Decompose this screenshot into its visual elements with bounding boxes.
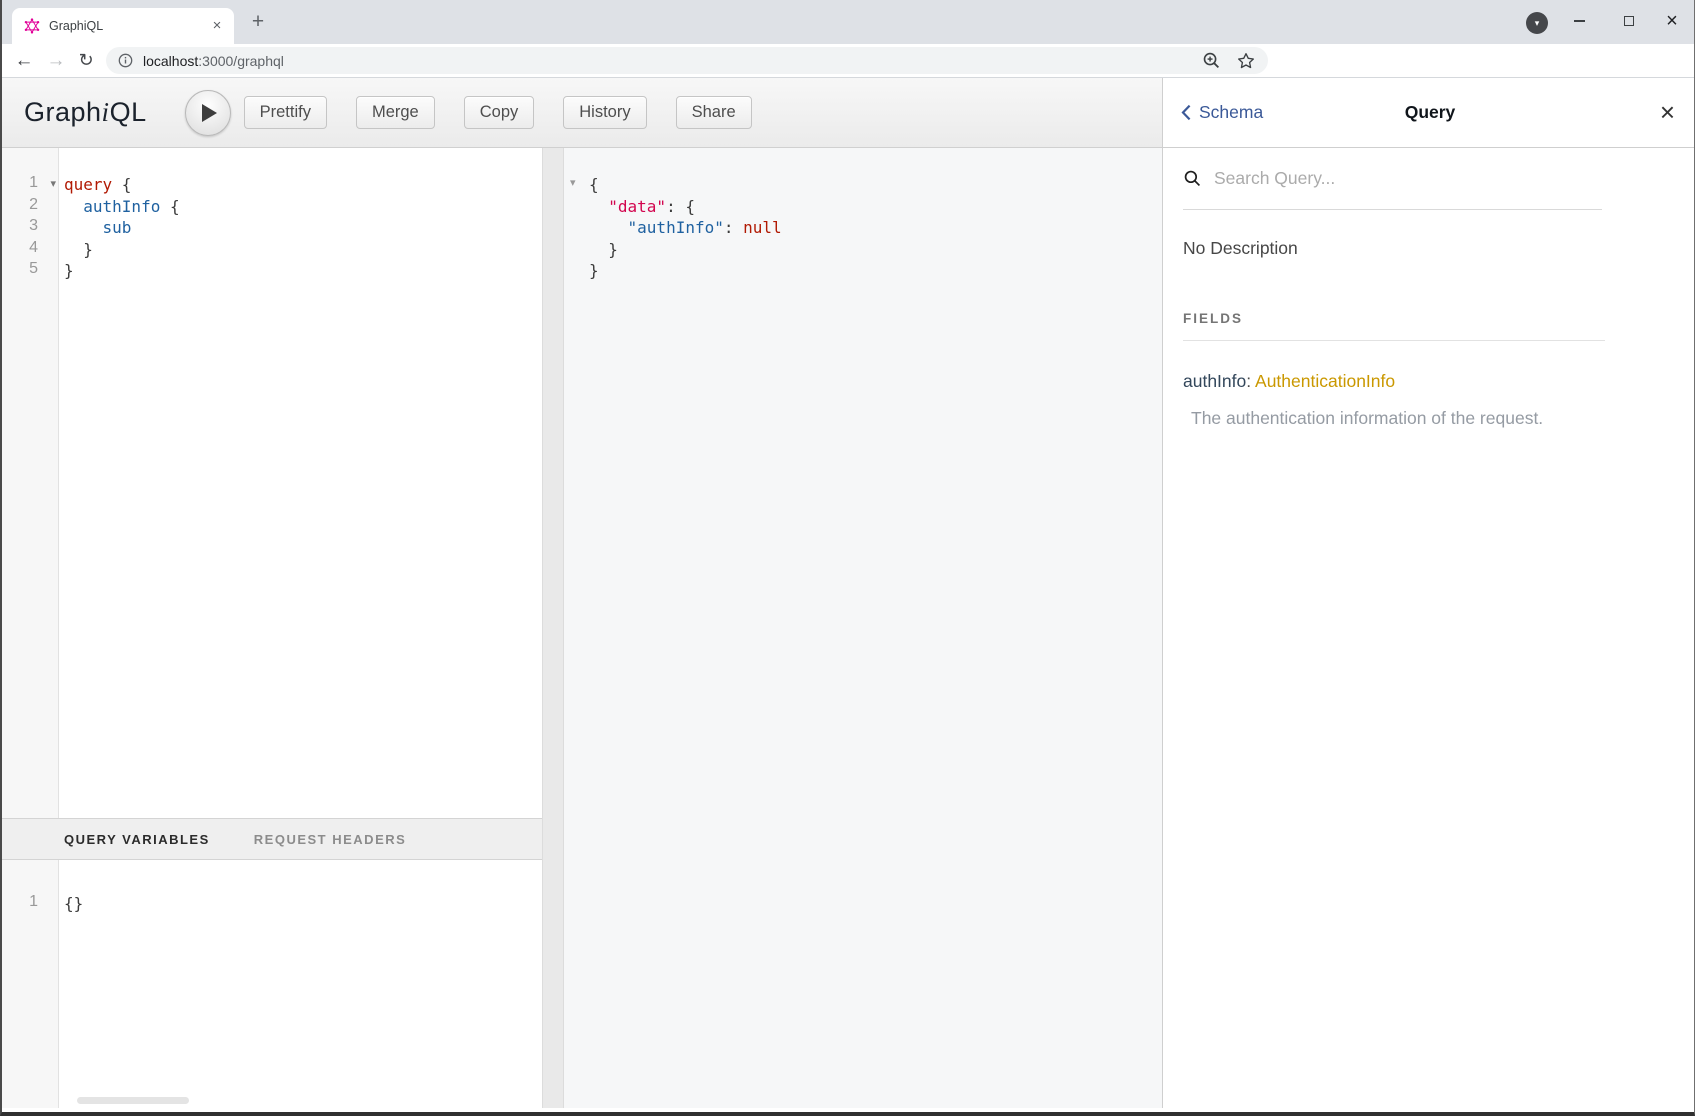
- merge-button[interactable]: Merge: [356, 96, 435, 129]
- prettify-button[interactable]: Prettify: [244, 96, 327, 129]
- code-line: "data": {: [589, 196, 1162, 218]
- graphql-favicon-icon: [24, 18, 40, 34]
- tab-close-icon[interactable]: ×: [208, 17, 226, 35]
- bookmark-star-icon[interactable]: [1236, 51, 1256, 71]
- variables-editor-gutter: 1: [2, 860, 59, 1108]
- code-line: query {: [64, 174, 542, 196]
- graphiql-toolbar: GraphiQL Prettify Merge Copy History Share: [2, 78, 1162, 148]
- tab-query-variables[interactable]: QUERY VARIABLES: [64, 832, 210, 847]
- code-line: "authInfo": null: [589, 217, 1162, 239]
- code-line: }: [589, 260, 1162, 282]
- doc-explorer-header: Schema Query ×: [1163, 78, 1695, 148]
- code-line: }: [64, 239, 542, 261]
- type-description: No Description: [1183, 238, 1677, 259]
- gutter-line: 2: [2, 196, 58, 218]
- variables-tab-bar: QUERY VARIABLES REQUEST HEADERS: [2, 818, 542, 860]
- field-type-link[interactable]: AuthenticationInfo: [1255, 371, 1395, 391]
- url-text: localhost:3000/graphql: [143, 53, 284, 69]
- variables-editor[interactable]: 1 {}: [2, 860, 542, 1108]
- result-viewer[interactable]: ▾ { "data": { "authInfo": null }}: [564, 148, 1162, 1108]
- browser-window: GraphiQL × + ▾ × ← → ↻ localhost:3000/gr…: [0, 0, 1695, 1116]
- code-line: {}: [64, 893, 542, 915]
- browser-tab-graphiql[interactable]: GraphiQL ×: [12, 8, 234, 44]
- share-button[interactable]: Share: [676, 96, 752, 129]
- new-tab-button[interactable]: +: [245, 9, 271, 35]
- doc-back-link[interactable]: Schema: [1181, 78, 1263, 147]
- gutter-line: 1: [2, 893, 58, 915]
- doc-explorer: Schema Query × No Description FIELDS aut…: [1162, 78, 1695, 1108]
- query-editor[interactable]: 1▾2345 query { authInfo { sub }}: [2, 148, 542, 818]
- tab-request-headers[interactable]: REQUEST HEADERS: [254, 832, 407, 847]
- code-line: sub: [64, 217, 542, 239]
- site-info-icon[interactable]: [118, 53, 133, 68]
- gutter-line: 3: [2, 217, 58, 239]
- field-separator: :: [1246, 371, 1255, 391]
- tab-search-button[interactable]: ▾: [1526, 12, 1548, 34]
- variables-editor-code[interactable]: {}: [59, 860, 542, 1108]
- query-editor-code[interactable]: query { authInfo { sub }}: [59, 148, 542, 818]
- field-description: The authentication information of the re…: [1183, 408, 1677, 429]
- pane-resize-handle[interactable]: [542, 148, 564, 1108]
- window-minimize-button[interactable]: [1561, 0, 1597, 42]
- reload-icon[interactable]: ↻: [72, 44, 100, 77]
- gutter-line: 4: [2, 239, 58, 261]
- search-icon: [1183, 169, 1202, 188]
- doc-explorer-body: No Description FIELDS authInfo: Authenti…: [1163, 238, 1695, 429]
- history-button[interactable]: History: [563, 96, 646, 129]
- gutter-line: 5: [2, 260, 58, 282]
- back-icon[interactable]: ←: [10, 44, 38, 77]
- chevron-left-icon: [1181, 104, 1191, 121]
- window-maximize-button[interactable]: [1611, 0, 1647, 42]
- code-line: }: [589, 239, 1162, 261]
- window-close-button[interactable]: ×: [1654, 0, 1690, 42]
- forward-icon: →: [42, 44, 70, 77]
- result-viewer-code: { "data": { "authInfo": null }}: [564, 148, 1162, 282]
- result-fold-icon[interactable]: ▾: [570, 176, 576, 189]
- gutter-line: 1▾: [2, 174, 58, 196]
- code-line: {: [589, 174, 1162, 196]
- doc-search-input[interactable]: [1212, 167, 1602, 190]
- execute-query-button[interactable]: [185, 90, 231, 136]
- play-icon: [202, 104, 217, 122]
- doc-field-row: authInfo: AuthenticationInfo: [1183, 371, 1677, 392]
- field-name-link[interactable]: authInfo: [1183, 371, 1246, 391]
- doc-close-icon[interactable]: ×: [1660, 78, 1675, 147]
- doc-search: [1183, 148, 1602, 210]
- fields-category-title: FIELDS: [1183, 311, 1605, 341]
- graphiql-logo: GraphiQL: [24, 97, 147, 128]
- query-editor-gutter: 1▾2345: [2, 148, 59, 818]
- code-line: }: [64, 260, 542, 282]
- code-line: authInfo {: [64, 196, 542, 218]
- horizontal-scrollbar[interactable]: [77, 1097, 189, 1104]
- address-bar[interactable]: localhost:3000/graphql: [106, 47, 1268, 74]
- copy-button[interactable]: Copy: [464, 96, 535, 129]
- graphiql-toolbar-buttons: Prettify Merge Copy History Share: [244, 96, 752, 129]
- browser-toolbar: ← → ↻ localhost:3000/graphql: [2, 44, 1694, 78]
- tab-strip: GraphiQL × + ▾ ×: [2, 0, 1694, 44]
- fold-arrow-icon[interactable]: ▾: [50, 175, 56, 194]
- fields-list: authInfo: AuthenticationInfo The authenti…: [1183, 371, 1677, 429]
- zoom-page-icon[interactable]: [1201, 50, 1222, 71]
- tab-title: GraphiQL: [49, 19, 208, 33]
